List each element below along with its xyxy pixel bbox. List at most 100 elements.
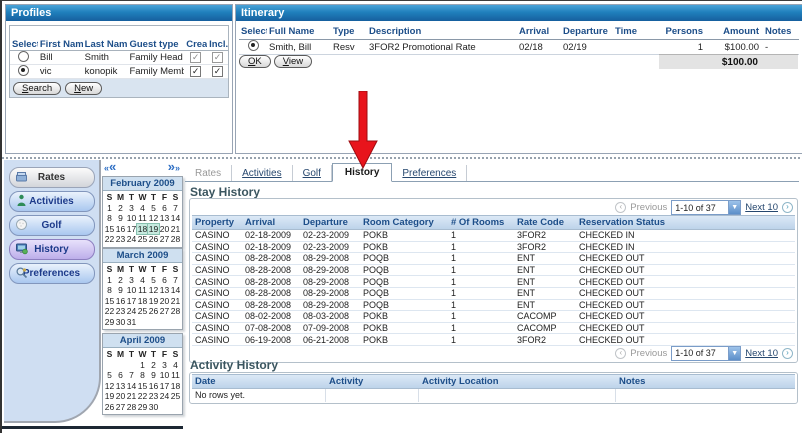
calendar-day[interactable]: 11 — [137, 213, 148, 224]
calendar-day[interactable]: 10 — [126, 213, 137, 224]
calendar-day[interactable]: 23 — [115, 234, 126, 245]
calendar-day[interactable]: 7 — [126, 370, 137, 381]
sidebar-item-history[interactable]: History — [9, 239, 95, 260]
calendar-day[interactable]: 12 — [104, 381, 115, 392]
calendar-day[interactable]: 13 — [159, 285, 170, 296]
checkbox[interactable]: ✓ — [190, 66, 201, 77]
checkbox[interactable]: ✓ — [212, 52, 223, 63]
calendar-day[interactable]: 25 — [170, 391, 181, 402]
calendar-day[interactable]: 23 — [148, 391, 159, 402]
calendar-day[interactable]: 21 — [170, 224, 181, 235]
calendar-day[interactable]: 4 — [137, 275, 148, 286]
calendar-day[interactable]: 19 — [148, 224, 159, 235]
calendar-day[interactable]: 31 — [126, 317, 137, 328]
calendar-day[interactable]: 10 — [159, 370, 170, 381]
calendar-day[interactable]: 13 — [115, 381, 126, 392]
sidebar-item-rates[interactable]: Rates — [9, 167, 95, 188]
calendar-day[interactable]: 14 — [126, 381, 137, 392]
calendar-day[interactable]: 26 — [148, 306, 159, 317]
calendar-day[interactable]: 2 — [115, 203, 126, 214]
calendar-day[interactable]: 9 — [115, 213, 126, 224]
radio-button[interactable] — [248, 40, 259, 51]
calendar-day[interactable]: 15 — [104, 296, 115, 307]
calendar-day[interactable]: 19 — [148, 296, 159, 307]
checkbox[interactable]: ✓ — [212, 66, 223, 77]
calendar-day[interactable]: 5 — [148, 275, 159, 286]
tab-golf[interactable]: Golf — [293, 165, 332, 181]
new-button[interactable]: New — [65, 82, 102, 95]
calendar-day[interactable]: 22 — [104, 306, 115, 317]
previous-icon[interactable]: ‹ — [615, 348, 626, 359]
calendar-day[interactable]: 20 — [115, 391, 126, 402]
calendar-day[interactable]: 10 — [126, 285, 137, 296]
calendar-day[interactable]: 9 — [115, 285, 126, 296]
page-range-select[interactable]: 1-10 of 37 ▼ — [671, 200, 741, 215]
calendar-day[interactable]: 21 — [170, 296, 181, 307]
calendar-day[interactable]: 11 — [170, 370, 181, 381]
calendar-day[interactable]: 8 — [137, 370, 148, 381]
calendar-day[interactable]: 16 — [148, 381, 159, 392]
view-button[interactable]: View — [274, 55, 312, 68]
sidebar-item-preferences[interactable]: Preferences — [9, 263, 95, 284]
calendar-day[interactable]: 24 — [159, 391, 170, 402]
calendar-day[interactable]: 15 — [137, 381, 148, 392]
calendar-day[interactable]: 17 — [126, 224, 137, 235]
next-icon[interactable]: › — [782, 202, 793, 213]
calendar-day[interactable]: 8 — [104, 213, 115, 224]
calendar-day[interactable]: 25 — [137, 234, 148, 245]
page-range-select[interactable]: 1-10 of 37 ▼ — [671, 346, 741, 361]
calendar-day[interactable]: 24 — [126, 234, 137, 245]
calendar-day[interactable]: 17 — [159, 381, 170, 392]
calendar-day[interactable]: 2 — [115, 275, 126, 286]
calendar-day[interactable]: 8 — [104, 285, 115, 296]
calendar-day[interactable]: 16 — [115, 296, 126, 307]
calendar-day[interactable]: 15 — [104, 224, 115, 235]
calendar-day[interactable]: 27 — [159, 234, 170, 245]
tab-preferences[interactable]: Preferences — [392, 165, 467, 181]
calendar-forward-icon[interactable]: »» — [168, 160, 180, 175]
calendar-day[interactable]: 30 — [148, 402, 159, 413]
calendar-day[interactable]: 28 — [170, 306, 181, 317]
checkbox[interactable]: ✓ — [190, 52, 201, 63]
calendar-day[interactable]: 9 — [148, 370, 159, 381]
calendar-day[interactable]: 1 — [104, 275, 115, 286]
previous-button[interactable]: Previous — [630, 348, 667, 359]
calendar-day[interactable]: 28 — [170, 234, 181, 245]
calendar-day[interactable]: 26 — [104, 402, 115, 413]
next-icon[interactable]: › — [782, 348, 793, 359]
calendar-day[interactable]: 3 — [126, 275, 137, 286]
radio-button[interactable] — [18, 51, 29, 62]
calendar-day[interactable]: 29 — [104, 317, 115, 328]
calendar-day[interactable]: 13 — [159, 213, 170, 224]
calendar-day[interactable]: 3 — [126, 203, 137, 214]
calendar-day[interactable]: 5 — [104, 370, 115, 381]
next-button[interactable]: Next 10 — [745, 348, 778, 359]
calendar-day[interactable]: 29 — [137, 402, 148, 413]
calendar-day[interactable]: 6 — [159, 275, 170, 286]
calendar-day[interactable]: 6 — [159, 203, 170, 214]
tab-activities[interactable]: Activities — [232, 165, 292, 181]
calendar-day[interactable]: 4 — [170, 360, 181, 371]
search-button[interactable]: Search — [13, 82, 61, 95]
calendar-day[interactable]: 1 — [137, 360, 148, 371]
calendar-day[interactable]: 18 — [137, 296, 148, 307]
tab-rates[interactable]: Rates — [185, 165, 232, 181]
calendar-day[interactable]: 2 — [148, 360, 159, 371]
calendar-day[interactable]: 17 — [126, 296, 137, 307]
calendar-day[interactable]: 6 — [115, 370, 126, 381]
calendar-day[interactable]: 12 — [148, 285, 159, 296]
calendar-day[interactable]: 24 — [126, 306, 137, 317]
sidebar-item-activities[interactable]: Activities — [9, 191, 95, 212]
calendar-day[interactable]: 12 — [148, 213, 159, 224]
calendar-day[interactable]: 4 — [137, 203, 148, 214]
calendar-day[interactable]: 18 — [137, 224, 148, 235]
calendar-day[interactable]: 16 — [115, 224, 126, 235]
calendar-day[interactable]: 18 — [170, 381, 181, 392]
calendar-day[interactable]: 7 — [170, 203, 181, 214]
calendar-day[interactable]: 7 — [170, 275, 181, 286]
calendar-day[interactable]: 21 — [126, 391, 137, 402]
calendar-day[interactable]: 28 — [126, 402, 137, 413]
calendar-day[interactable]: 20 — [159, 224, 170, 235]
calendar-day[interactable]: 26 — [148, 234, 159, 245]
sidebar-item-golf[interactable]: Golf — [9, 215, 95, 236]
